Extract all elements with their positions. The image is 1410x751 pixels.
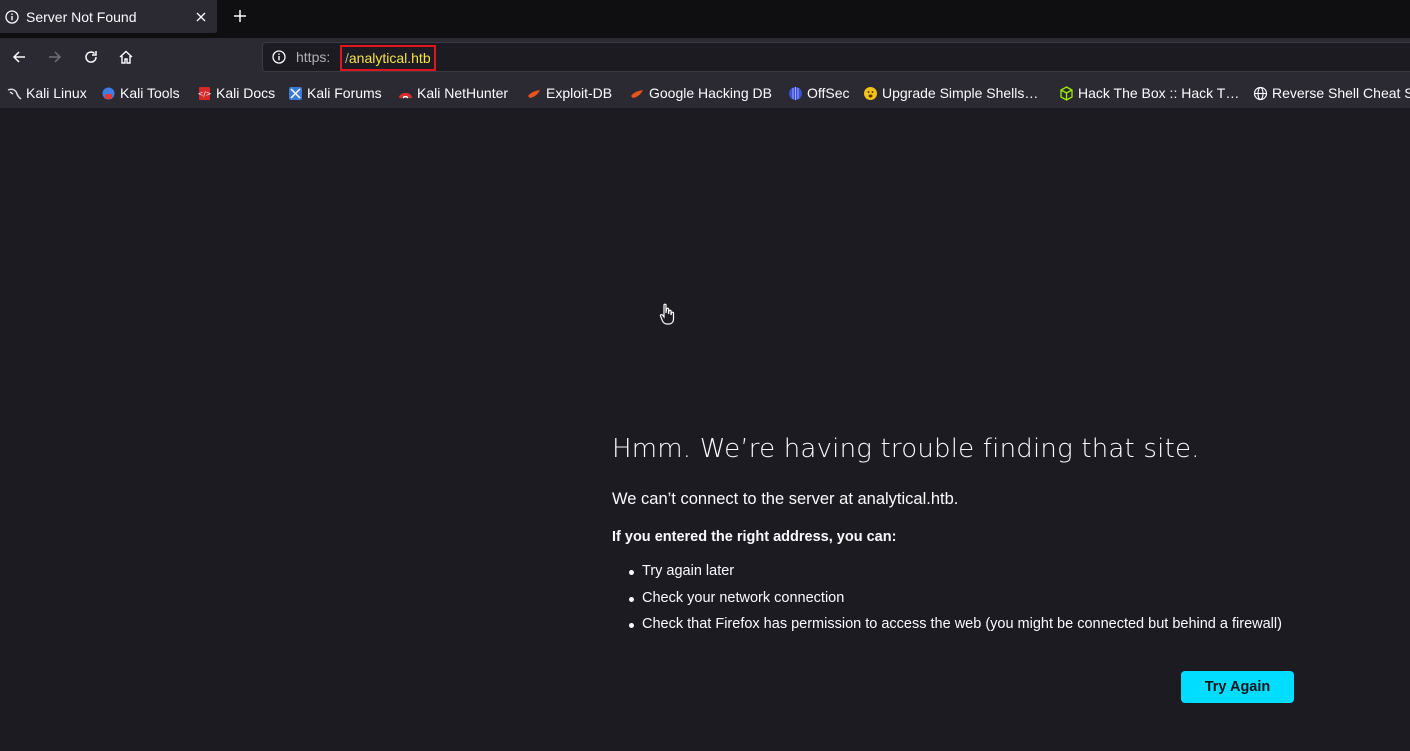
exploit-db-icon [527,86,542,101]
bookmark-kali-docs[interactable]: </> Kali Docs [197,84,275,102]
kali-tools-icon [101,86,116,101]
bookmark-label: OffSec [807,85,850,101]
suggestion-item: Check your network connection [628,590,1282,617]
error-title: Hmm. We’re having trouble finding that s… [612,434,1200,464]
site-info-icon[interactable] [272,50,286,64]
error-description: We can’t connect to the server at analyt… [612,490,959,508]
globe-icon [1253,86,1268,101]
home-icon [119,50,133,64]
navigation-toolbar: https: / analytical.htb [0,38,1410,76]
bookmarks-toolbar: Kali Linux Kali Tools </> Kali Docs Kali… [0,76,1410,108]
error-subheading: If you entered the right address, you ca… [612,529,897,545]
hand-cursor-icon [659,303,675,327]
suggestion-list: Try again later Check your network conne… [628,563,1282,643]
address-bar[interactable]: https: / analytical.htb [262,42,1410,72]
bookmark-google-hacking-db[interactable]: Google Hacking DB [630,84,772,102]
url-host-highlight: / analytical.htb [340,45,436,71]
browser-window: Server Not Found https: / analytical.htb… [0,0,1410,751]
kali-nethunter-icon [398,86,413,101]
page-content: Hmm. We’re having trouble finding that s… [0,108,1410,751]
bookmark-kali-linux[interactable]: Kali Linux [7,84,87,102]
google-hacking-db-icon [630,86,645,101]
reload-icon [85,51,97,63]
bookmark-label: Hack The Box :: Hack T… [1078,85,1240,101]
bookmark-label: Kali Linux [26,85,87,101]
tab-server-not-found[interactable]: Server Not Found [0,0,217,33]
home-button[interactable] [116,47,136,67]
bookmark-label: Exploit-DB [546,85,613,101]
forward-arrow-icon [49,51,62,63]
bookmark-kali-forums[interactable]: Kali Forums [288,84,382,102]
forward-button[interactable] [45,47,65,67]
reload-button[interactable] [81,47,101,67]
upgrade-shells-icon [863,86,878,101]
info-icon [5,9,19,24]
hack-the-box-icon [1059,85,1074,101]
back-button[interactable] [9,47,29,67]
bookmark-label: Kali NetHunter [417,85,509,101]
kali-forums-icon [288,86,303,101]
back-arrow-icon [12,51,25,63]
bookmark-hack-the-box[interactable]: Hack The Box :: Hack T… [1059,84,1239,102]
url-host: analytical.htb [348,50,431,66]
bookmark-kali-nethunter[interactable]: Kali NetHunter [398,84,508,102]
bookmark-exploit-db[interactable]: Exploit-DB [527,84,612,102]
bookmark-label: Kali Tools [120,85,180,101]
try-again-button[interactable]: Try Again [1181,671,1294,703]
bookmark-label: Reverse Shell Cheat S [1272,85,1410,101]
bookmark-label: Upgrade Simple Shells… [882,85,1039,101]
bookmark-label: Kali Docs [216,85,276,101]
bookmark-reverse-shell-cheat-sheet[interactable]: Reverse Shell Cheat S [1253,84,1410,102]
plus-icon [234,10,246,22]
bookmark-upgrade-shells[interactable]: Upgrade Simple Shells… [863,84,1038,102]
bookmark-kali-tools[interactable]: Kali Tools [101,84,180,102]
close-tab-icon[interactable] [194,10,208,24]
kali-docs-icon: </> [197,86,212,101]
bookmark-label: Google Hacking DB [649,85,772,101]
offsec-icon [788,86,803,101]
bookmark-offsec[interactable]: OffSec [788,84,850,102]
bookmark-label: Kali Forums [307,85,382,101]
tab-strip: Server Not Found [0,0,1410,38]
tab-title: Server Not Found [26,8,137,25]
svg-text:</>: </> [197,90,211,98]
suggestion-item: Check that Firefox has permission to acc… [628,616,1282,643]
suggestion-item: Try again later [628,563,1282,590]
new-tab-button[interactable] [229,5,251,27]
url-scheme: https: [296,49,331,65]
kali-dragon-icon [7,86,22,101]
